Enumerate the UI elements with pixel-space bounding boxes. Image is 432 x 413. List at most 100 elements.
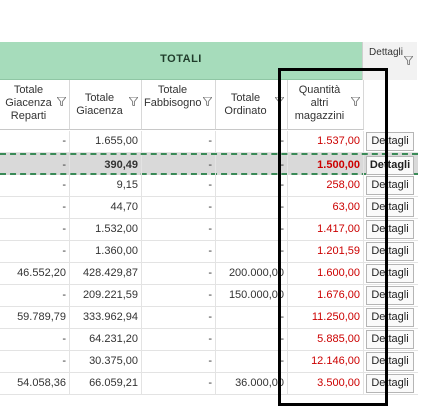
col-label: Totale Giacenza Reparti [5, 84, 52, 122]
table-cell: 12.146,00 [288, 351, 364, 372]
table-cell: - [142, 155, 216, 176]
table-cell: 46.552,20 [0, 263, 70, 284]
dettagli-button[interactable]: Dettagli [366, 264, 414, 283]
table-cell: 5.885,00 [288, 329, 364, 350]
table-cell: - [216, 131, 288, 152]
dettagli-button[interactable]: Dettagli [366, 156, 414, 175]
totali-group-header: TOTALI [0, 42, 362, 80]
table-cell: - [216, 241, 288, 262]
table-cell: - [142, 351, 216, 372]
table-cell: - [142, 131, 216, 152]
table-cell: - [142, 263, 216, 284]
table-row[interactable]: -44,70- -63,00 Dettagli [0, 197, 418, 219]
col-totale-ordinato[interactable]: Totale Ordinato [216, 80, 288, 130]
table-cell: - [142, 285, 216, 306]
table-cell: 3.500,00 [288, 373, 364, 394]
table-cell: - [0, 219, 70, 240]
table-row[interactable]: -30.375,00- -12.146,00 Dettagli [0, 351, 418, 373]
filter-icon[interactable] [57, 97, 66, 106]
table-cell: - [216, 219, 288, 240]
table-cell: 1.360,00 [70, 241, 142, 262]
filter-icon[interactable] [404, 56, 413, 65]
table-cell: 54.058,36 [0, 373, 70, 394]
table-row-selected[interactable]: -390,49- -1.500,00 Dettagli [0, 153, 418, 176]
table-cell: - [0, 351, 70, 372]
table-cell: 1.532,00 [70, 219, 142, 240]
dettagli-button[interactable]: Dettagli [366, 308, 414, 327]
table-cell: - [216, 175, 288, 196]
table-cell: 44,70 [70, 197, 142, 218]
table-cell: 1.500,00 [288, 155, 364, 176]
table-cell: - [142, 197, 216, 218]
table-cell: 1.600,00 [288, 263, 364, 284]
table-cell: - [0, 175, 70, 196]
dettagli-button[interactable]: Dettagli [366, 132, 414, 151]
table-cell: 11.250,00 [288, 307, 364, 328]
dettagli-header-label: Dettagli [369, 47, 403, 58]
table-row[interactable]: -1.532,00- -1.417,00 Dettagli [0, 219, 418, 241]
table-cell: - [142, 219, 216, 240]
col-label: Totale Fabbisogno [144, 84, 202, 109]
table-cell: - [142, 175, 216, 196]
table-cell: 333.962,94 [70, 307, 142, 328]
table-cell: 1.655,00 [70, 131, 142, 152]
col-totale-giacenza[interactable]: Totale Giacenza [70, 80, 142, 130]
table-row[interactable]: -209.221,59-150.000,00 1.676,00 Dettagli [0, 285, 418, 307]
table-cell: - [0, 155, 70, 176]
table-cell: - [142, 307, 216, 328]
table-row[interactable]: -64.231,20- -5.885,00 Dettagli [0, 329, 418, 351]
filter-icon[interactable] [203, 97, 212, 106]
table-row[interactable]: 46.552,20 428.429,87-200.000,00 1.600,00 De… [0, 263, 418, 285]
table-row[interactable]: -1.655,00- -1.537,00 Dettagli [0, 131, 418, 153]
col-quantita-altri-magazzini[interactable]: Quantità altri magazzini [288, 80, 364, 130]
table-cell: - [0, 329, 70, 350]
table-cell: - [216, 329, 288, 350]
table-cell: 66.059,21 [70, 373, 142, 394]
table-row[interactable]: 59.789,79 333.962,94- -11.250,00 Dettagli [0, 307, 418, 329]
table-cell: 63,00 [288, 197, 364, 218]
col-label: Totale Giacenza [76, 92, 123, 117]
table-cell: 30.375,00 [70, 351, 142, 372]
table-cell: - [216, 197, 288, 218]
table-cell: 9,15 [70, 175, 142, 196]
filter-icon[interactable] [351, 97, 360, 106]
table-cell: 209.221,59 [70, 285, 142, 306]
table-cell: 1.676,00 [288, 285, 364, 306]
table-cell: 36.000,00 [216, 373, 288, 394]
dettagli-button[interactable]: Dettagli [366, 374, 414, 393]
dettagli-button[interactable]: Dettagli [366, 242, 414, 261]
table-cell: - [216, 351, 288, 372]
table-cell: 1.537,00 [288, 131, 364, 152]
dettagli-button[interactable]: Dettagli [366, 198, 414, 217]
col-label: Quantità altri magazzini [294, 84, 345, 122]
dettagli-button[interactable]: Dettagli [366, 220, 414, 239]
table-cell: 200.000,00 [216, 263, 288, 284]
table-cell: - [216, 155, 288, 176]
col-totale-giacenza-reparti[interactable]: Totale Giacenza Reparti [0, 80, 70, 130]
table-cell: 150.000,00 [216, 285, 288, 306]
table-cell: - [0, 197, 70, 218]
table-cell: - [142, 373, 216, 394]
dettagli-button[interactable]: Dettagli [366, 286, 414, 305]
table-cell: - [142, 241, 216, 262]
table-cell: 1.417,00 [288, 219, 364, 240]
table-cell: 390,49 [70, 155, 142, 176]
table-row[interactable]: 54.058,36 66.059,21-36.000,00 3.500,00 Dett… [0, 373, 418, 395]
table-row[interactable]: -1.360,00- -1.201,59 Dettagli [0, 241, 418, 263]
table-cell: - [0, 131, 70, 152]
col-totale-fabbisogno[interactable]: Totale Fabbisogno [142, 80, 216, 130]
dettagli-button[interactable]: Dettagli [366, 352, 414, 371]
table-cell: 59.789,79 [0, 307, 70, 328]
filter-icon[interactable] [275, 97, 284, 106]
table-cell: - [0, 241, 70, 262]
dettagli-button[interactable]: Dettagli [366, 176, 414, 195]
dettagli-column-header[interactable]: Dettagli [362, 42, 417, 80]
table-cell: 428.429,87 [70, 263, 142, 284]
table-cell: - [142, 329, 216, 350]
dettagli-button[interactable]: Dettagli [366, 330, 414, 349]
table-row[interactable]: -9,15- -258,00 Dettagli [0, 175, 418, 197]
col-label: Totale Ordinato [224, 92, 267, 117]
table-cell: - [0, 285, 70, 306]
filter-icon[interactable] [129, 97, 138, 106]
table-cell: 64.231,20 [70, 329, 142, 350]
